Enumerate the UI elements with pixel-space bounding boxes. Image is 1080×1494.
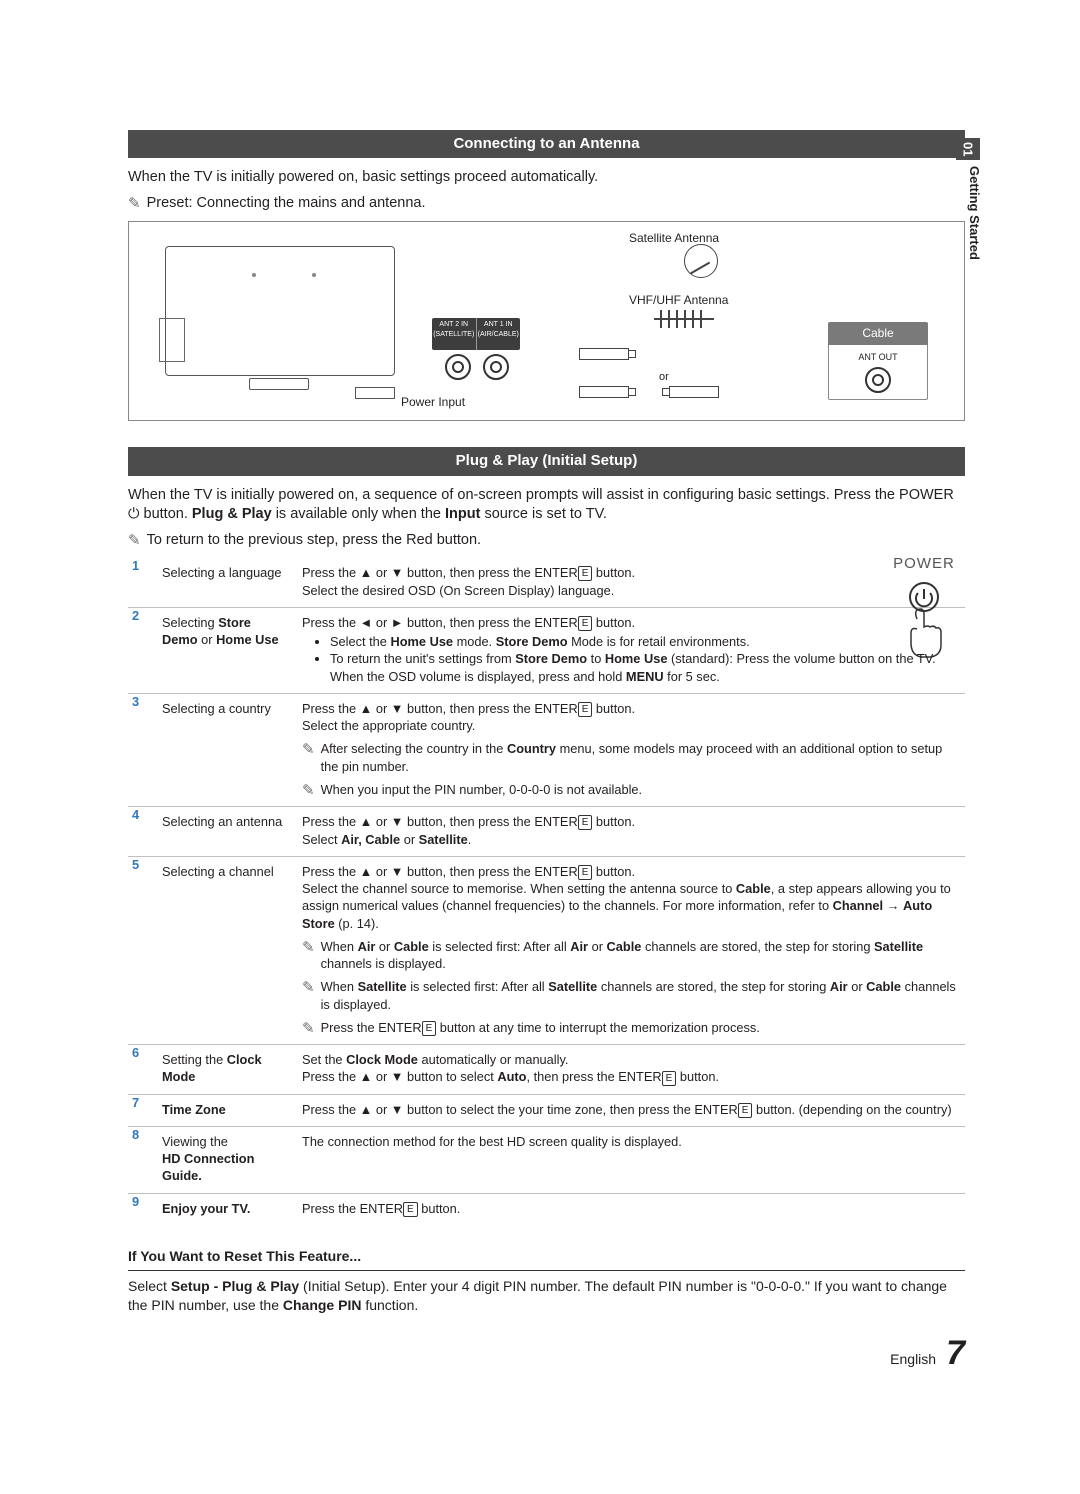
enter-icon: E: [578, 815, 593, 830]
power-label: POWER: [879, 554, 969, 574]
step-title: Time Zone: [158, 1094, 298, 1126]
return-note: ✎ To return to the previous step, press …: [128, 531, 965, 551]
step-body: Press the ▲ or ▼ button, then press the …: [298, 693, 965, 806]
note-icon: ✎: [302, 940, 315, 955]
step-number: 2: [128, 607, 158, 693]
step-number: 6: [128, 1045, 158, 1095]
enter-icon: E: [662, 1071, 677, 1086]
page-footer: English 7: [128, 1331, 965, 1377]
step-title: Selecting a channel: [158, 856, 298, 1044]
step-title: Selecting a country: [158, 693, 298, 806]
step-number: 8: [128, 1126, 158, 1193]
page-content: Connecting to an Antenna When the TV is …: [0, 0, 1080, 1417]
reset-body: Select Setup - Plug & Play (Initial Setu…: [128, 1270, 965, 1315]
cable-box-header: Cable: [828, 322, 928, 344]
section1-intro: When the TV is initially powered on, bas…: [128, 168, 965, 188]
reset-heading: If You Want to Reset This Feature...: [128, 1247, 965, 1266]
preset-note: ✎ Preset: Connecting the mains and anten…: [128, 194, 965, 214]
note-icon: ✎: [128, 196, 141, 211]
step-number: 3: [128, 693, 158, 806]
coax-connector-3-icon: [669, 386, 719, 398]
page-number: 7: [946, 1331, 965, 1377]
step-row: 9 Enjoy your TV. Press the ENTERE button…: [128, 1193, 965, 1225]
antenna-ports: ANT 2 IN (SATELLITE) ANT 1 IN (AIR/CABLE…: [432, 318, 520, 350]
step-row: 6 Setting the Clock Mode Set the Clock M…: [128, 1045, 965, 1095]
section-connecting-antenna-header: Connecting to an Antenna: [128, 130, 965, 158]
section-plug-play-header: Plug & Play (Initial Setup): [128, 447, 965, 475]
note-icon: ✎: [302, 742, 315, 757]
power-cable-icon: [355, 387, 395, 399]
step-title: Enjoy your TV.: [158, 1193, 298, 1225]
satellite-dish-icon: [684, 244, 718, 278]
step-number: 1: [128, 558, 158, 607]
preset-text: Preset: Connecting the mains and antenna…: [147, 194, 426, 214]
step-number: 7: [128, 1094, 158, 1126]
enter-icon: E: [578, 702, 593, 717]
coax-2-icon: [483, 354, 509, 380]
step-body: Press the ◄ or ► button, then press the …: [298, 607, 965, 693]
cable-box: Cable ANT OUT: [828, 322, 928, 399]
enter-icon: E: [578, 865, 593, 880]
enter-icon: E: [403, 1202, 418, 1217]
antenna-diagram: ANT 2 IN (SATELLITE) ANT 1 IN (AIR/CABLE…: [128, 221, 965, 421]
step-row: 1 Selecting a language POWER Press the ▲…: [128, 558, 965, 607]
ant1-port-label: ANT 1 IN (AIR/CABLE): [477, 318, 521, 350]
step-body: The connection method for the best HD sc…: [298, 1126, 965, 1193]
enter-icon: E: [422, 1021, 437, 1036]
section2-intro: When the TV is initially powered on, a s…: [128, 486, 965, 525]
note-icon: ✎: [302, 783, 315, 798]
vhf-uhf-label: VHF/UHF Antenna: [629, 292, 728, 308]
vhf-antenna-icon: [654, 310, 714, 328]
power-icon: ⏻: [128, 506, 139, 522]
step-number: 5: [128, 856, 158, 1044]
step-row: 7 Time Zone Press the ▲ or ▼ button to s…: [128, 1094, 965, 1126]
tv-stand: [249, 378, 309, 390]
ant-out-label: ANT OUT: [835, 351, 921, 363]
power-plug-icon: [159, 318, 185, 362]
coax-1-icon: [445, 354, 471, 380]
step-title: Viewing the HD Connection Guide.: [158, 1126, 298, 1193]
coax-connector-2-icon: [579, 386, 629, 398]
step-row: 5 Selecting a channel Press the ▲ or ▼ b…: [128, 856, 965, 1044]
step-row: 4 Selecting an antenna Press the ▲ or ▼ …: [128, 807, 965, 857]
step-body: Press the ▲ or ▼ button to select the yo…: [298, 1094, 965, 1126]
step-row: 3 Selecting a country Press the ▲ or ▼ b…: [128, 693, 965, 806]
steps-table: 1 Selecting a language POWER Press the ▲…: [128, 558, 965, 1225]
step-body: Press the ▲ or ▼ button, then press the …: [298, 807, 965, 857]
step-title: Selecting an antenna: [158, 807, 298, 857]
footer-language: English: [890, 1350, 936, 1369]
enter-icon: E: [578, 566, 593, 581]
step-number: 9: [128, 1193, 158, 1225]
enter-icon: E: [738, 1103, 753, 1118]
step-body: POWER Press the ▲ or ▼ button, then pres…: [298, 558, 965, 607]
power-input-label: Power Input: [401, 394, 465, 410]
coax-connector-1-icon: [579, 348, 629, 360]
step-row: 2 Selecting Store Demo or Home Use Press…: [128, 607, 965, 693]
chapter-number: 01: [956, 138, 980, 160]
step-title: Selecting a language: [158, 558, 298, 607]
chapter-label: Getting Started: [965, 160, 983, 260]
return-note-text: To return to the previous step, press th…: [147, 531, 482, 551]
step-title: Setting the Clock Mode: [158, 1045, 298, 1095]
or-label: or: [659, 370, 669, 385]
step-number: 4: [128, 807, 158, 857]
step-body: Press the ENTERE button.: [298, 1193, 965, 1225]
note-icon: ✎: [302, 1021, 315, 1036]
step-title: Selecting Store Demo or Home Use: [158, 607, 298, 693]
enter-icon: E: [578, 616, 593, 631]
ant-out-coax-icon: [865, 367, 891, 393]
note-icon: ✎: [302, 980, 315, 995]
note-icon: ✎: [128, 533, 141, 548]
tv-back-panel: [165, 246, 395, 376]
step-body: Set the Clock Mode automatically or manu…: [298, 1045, 965, 1095]
ant2-port-label: ANT 2 IN (SATELLITE): [432, 318, 477, 350]
step-body: Press the ▲ or ▼ button, then press the …: [298, 856, 965, 1044]
step-row: 8 Viewing the HD Connection Guide. The c…: [128, 1126, 965, 1193]
